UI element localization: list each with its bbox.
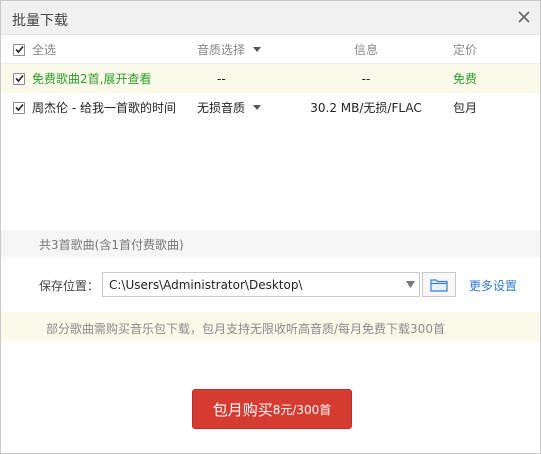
song-title: 周杰伦 - 给我一首歌的时间 (32, 101, 176, 115)
quality-header-label: 音质选择 (197, 43, 246, 57)
row-price: 免费 (453, 72, 478, 86)
batch-download-dialog: 批量下载 全选 音质选择 信息 定价 免费歌曲2首,展开查看 -- -- 免费 … (0, 0, 541, 454)
more-settings-link[interactable]: 更多设置 (469, 277, 517, 294)
close-button[interactable] (514, 7, 534, 27)
notice-text: 部分歌曲需购买音乐包下载，包月支持无限收听高音质/每月免费下载300首 (46, 322, 445, 336)
table-header: 全选 音质选择 信息 定价 (1, 36, 540, 64)
chevron-down-icon (253, 105, 262, 110)
row-checkbox[interactable] (13, 72, 25, 85)
close-icon (518, 11, 530, 23)
save-path-input[interactable] (103, 273, 403, 296)
summary-text: 共3首歌曲(含1首付费歌曲) (39, 238, 184, 252)
row-info: 30.2 MB/无损/FLAC (310, 101, 422, 115)
title-bar: 批量下载 (1, 1, 540, 35)
select-all-checkbox[interactable] (13, 43, 25, 56)
save-location-label: 保存位置： (39, 279, 100, 293)
row-price: 包月 (453, 101, 478, 115)
song-list-area (1, 122, 540, 230)
buy-button-price: 8元/300首 (272, 402, 332, 417)
price-header: 定价 (453, 43, 478, 57)
chevron-down-icon (253, 47, 262, 52)
quality-select-header[interactable]: 音质选择 (197, 36, 262, 63)
checkmark-icon (14, 74, 24, 83)
row-quality: -- (217, 71, 226, 86)
quality-dropdown[interactable]: 无损音质 (197, 93, 262, 122)
checkmark-icon (14, 103, 24, 112)
dialog-title: 批量下载 (12, 13, 68, 29)
table-row[interactable]: 周杰伦 - 给我一首歌的时间 无损音质 30.2 MB/无损/FLAC 包月 (1, 93, 540, 122)
info-header: 信息 (353, 43, 378, 57)
checkmark-icon (14, 45, 24, 54)
browse-folder-button[interactable] (422, 272, 456, 297)
save-path-combobox[interactable] (102, 272, 420, 297)
row-checkbox[interactable] (13, 101, 25, 114)
quality-dropdown-value: 无损音质 (197, 101, 246, 115)
row-info: -- (361, 71, 371, 86)
free-songs-expand-link[interactable]: 免费歌曲2首,展开查看 (32, 64, 151, 93)
notice-bar: 部分歌曲需购买音乐包下载，包月支持无限收听高音质/每月免费下载300首 (1, 312, 540, 342)
folder-icon (430, 278, 448, 292)
chevron-down-icon[interactable] (406, 281, 415, 288)
select-all-label[interactable]: 全选 (32, 36, 56, 63)
buy-button-label: 包月购买 (212, 400, 273, 419)
monthly-purchase-button[interactable]: 包月购买 8元/300首 (192, 389, 352, 429)
summary-bar: 共3首歌曲(含1首付费歌曲) (1, 230, 540, 257)
table-row[interactable]: 免费歌曲2首,展开查看 -- -- 免费 (1, 64, 540, 93)
